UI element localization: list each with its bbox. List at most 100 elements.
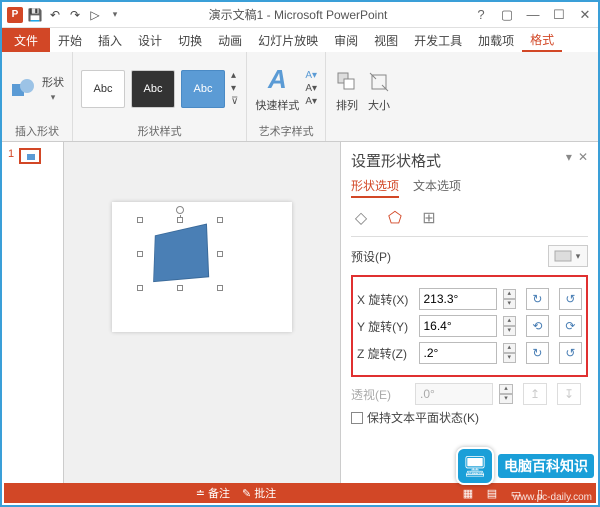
x-axis-right-icon[interactable]: ↺ — [559, 288, 582, 310]
shape-style-more[interactable]: ▴ ▾ ⊽ — [231, 70, 238, 107]
qat-dropdown-icon[interactable]: ▾ — [106, 6, 124, 24]
rectangle-shape[interactable] — [153, 224, 209, 283]
y-rotation-spinner[interactable]: ▴ ▾ — [503, 316, 516, 336]
preset-label: 预设(P) — [351, 248, 391, 265]
redo-icon[interactable]: ↷ — [66, 6, 84, 24]
tab-design[interactable]: 设计 — [130, 28, 170, 52]
ribbon-group-insert-shape: 形状 ▾ 插入形状 — [2, 52, 73, 141]
selected-shape[interactable] — [140, 220, 220, 288]
resize-handle-se[interactable] — [217, 285, 223, 291]
normal-view-icon[interactable]: ▦ — [460, 486, 476, 500]
group-label-wordart: 艺术字样式 — [255, 121, 317, 139]
more-icon: ⊽ — [231, 96, 238, 107]
resize-handle-w[interactable] — [137, 251, 143, 257]
tab-slideshow[interactable]: 幻灯片放映 — [250, 28, 326, 52]
group-label-arrange-size — [334, 125, 392, 139]
sorter-view-icon[interactable]: ▤ — [484, 486, 500, 500]
quick-access-toolbar: P 💾 ↶ ↷ ▷ ▾ — [2, 6, 128, 24]
close-icon[interactable]: ✕ — [572, 2, 598, 28]
x-rotation-spinner[interactable]: ▴ ▾ — [503, 289, 516, 309]
shapes-gallery-button[interactable] — [10, 76, 36, 102]
arrange-label: 排列 — [336, 97, 358, 113]
resize-handle-e[interactable] — [217, 251, 223, 257]
maximize-icon[interactable]: ☐ — [546, 2, 572, 28]
resize-handle-s[interactable] — [177, 285, 183, 291]
ribbon-tabs: 文件 开始 插入 设计 切换 动画 幻灯片放映 审阅 视图 开发工具 加载项 格… — [2, 28, 598, 52]
shapes-label: 形状 — [42, 74, 64, 90]
undo-icon[interactable]: ↶ — [46, 6, 64, 24]
arrange-button[interactable]: 排列 — [334, 69, 360, 113]
slide-thumbnail[interactable] — [19, 148, 41, 164]
preset-dropdown-button[interactable]: ▾ — [548, 245, 588, 267]
tab-review[interactable]: 审阅 — [326, 28, 366, 52]
help-icon[interactable]: ? — [468, 2, 494, 28]
ribbon-group-arrange: 排列 大小 — [326, 52, 400, 141]
ribbon-options-icon[interactable]: ▢ — [494, 2, 520, 28]
slide-thumbnail-pane: 1 — [2, 142, 64, 485]
comments-button[interactable]: ✎ 批注 — [242, 485, 276, 501]
resize-handle-sw[interactable] — [137, 285, 143, 291]
resize-handle-nw[interactable] — [137, 217, 143, 223]
size-properties-icon[interactable]: ⊞ — [419, 208, 439, 228]
wordart-quickstyle-button[interactable]: A 快速样式 — [255, 64, 299, 113]
z-rotation-spinner[interactable]: ▴ ▾ — [503, 343, 516, 363]
pane-tab-text-options[interactable]: 文本选项 — [413, 177, 461, 198]
shape-style-swatch-3[interactable]: Abc — [181, 70, 225, 108]
pane-close-icon[interactable]: ✕ — [578, 150, 588, 164]
spin-up-icon[interactable]: ▴ — [503, 343, 516, 353]
shape-style-swatch-1[interactable]: Abc — [81, 70, 125, 108]
pane-tab-shape-options[interactable]: 形状选项 — [351, 177, 399, 198]
tab-transitions[interactable]: 切换 — [170, 28, 210, 52]
group-label-insert-shape: 插入形状 — [10, 121, 64, 139]
tab-addins[interactable]: 加载项 — [470, 28, 522, 52]
tab-format[interactable]: 格式 — [522, 28, 562, 52]
resize-handle-n[interactable] — [177, 217, 183, 223]
spin-down-icon[interactable]: ▾ — [503, 353, 516, 363]
tab-file[interactable]: 文件 — [2, 28, 50, 52]
pane-dropdown-icon[interactable]: ▾ — [566, 150, 572, 164]
rotation-handle[interactable] — [176, 206, 184, 214]
pane-category-icons: ◇ ⬠ ⊞ — [351, 208, 588, 228]
shape-style-swatch-2[interactable]: Abc — [131, 70, 175, 108]
x-rotation-label: X 旋转(X) — [357, 291, 413, 308]
size-label: 大小 — [368, 97, 390, 113]
shapes-icon — [10, 76, 36, 102]
y-axis-down-icon[interactable]: ⟳ — [559, 315, 582, 337]
tab-view[interactable]: 视图 — [366, 28, 406, 52]
pane-tabs: 形状选项 文本选项 — [351, 177, 588, 198]
start-slideshow-icon[interactable]: ▷ — [86, 6, 104, 24]
z-axis-ccw-icon[interactable]: ↺ — [559, 342, 582, 364]
x-axis-left-icon[interactable]: ↻ — [526, 288, 549, 310]
window-controls: ? ▢ — ☐ ✕ — [468, 2, 598, 28]
x-rotation-input[interactable] — [419, 288, 497, 310]
fill-line-icon[interactable]: ◇ — [351, 208, 371, 228]
y-rotation-input[interactable] — [419, 315, 497, 337]
resize-handle-ne[interactable] — [217, 217, 223, 223]
z-rotation-input[interactable] — [419, 342, 497, 364]
notes-button[interactable]: ≐ 备注 — [196, 485, 230, 501]
group-label-shape-styles: 形状样式 — [81, 121, 238, 139]
minimize-icon[interactable]: — — [520, 2, 546, 28]
shapes-dropdown-button[interactable]: 形状 ▾ — [42, 74, 64, 103]
tab-insert[interactable]: 插入 — [90, 28, 130, 52]
checkbox-icon[interactable] — [351, 412, 363, 424]
spin-down-icon[interactable]: ▾ — [503, 299, 516, 309]
window-title: 演示文稿1 - Microsoft PowerPoint — [128, 6, 468, 23]
spin-down-icon[interactable]: ▾ — [503, 326, 516, 336]
y-axis-up-icon[interactable]: ⟲ — [526, 315, 549, 337]
spin-up-icon[interactable]: ▴ — [503, 289, 516, 299]
save-icon[interactable]: 💾 — [26, 6, 44, 24]
tab-developer[interactable]: 开发工具 — [406, 28, 470, 52]
keep-text-flat-row[interactable]: 保持文本平面状态(K) — [351, 409, 588, 426]
tab-home[interactable]: 开始 — [50, 28, 90, 52]
tab-animations[interactable]: 动画 — [210, 28, 250, 52]
size-button[interactable]: 大小 — [366, 69, 392, 113]
wordart-options[interactable]: A▾ A▾ A▾ — [305, 70, 317, 107]
keep-text-flat-label: 保持文本平面状态(K) — [367, 409, 479, 426]
title-bar: P 💾 ↶ ↷ ▷ ▾ 演示文稿1 - Microsoft PowerPoint… — [2, 2, 598, 28]
spin-up-icon[interactable]: ▴ — [503, 316, 516, 326]
slide-edit-pane[interactable] — [64, 142, 340, 485]
effects-icon[interactable]: ⬠ — [385, 208, 405, 228]
z-axis-cw-icon[interactable]: ↻ — [526, 342, 549, 364]
slide-canvas[interactable] — [112, 202, 292, 332]
